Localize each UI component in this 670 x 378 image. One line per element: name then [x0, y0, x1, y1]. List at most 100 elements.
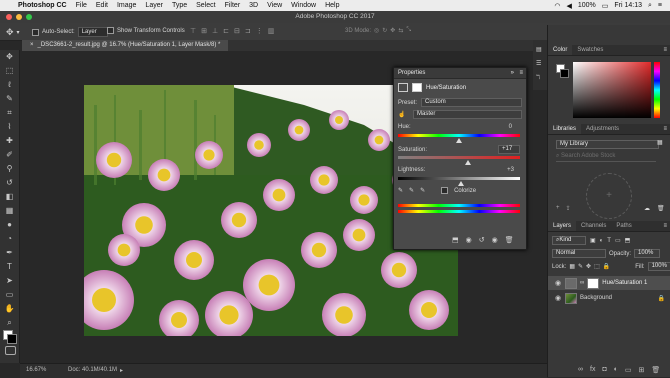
background-color-swatch[interactable]	[7, 334, 17, 344]
auto-select-checkbox[interactable]	[32, 28, 39, 36]
filter-pixel-icon[interactable]: ▣	[590, 237, 596, 244]
3d-slide-icon[interactable]: ⇆	[398, 27, 403, 34]
3d-scale-icon[interactable]: ⤡	[406, 27, 411, 34]
panel-menu-icon[interactable]: ≡	[663, 126, 667, 132]
layer-visibility-eye-icon[interactable]: ◉	[554, 294, 562, 302]
layer-filter-kind[interactable]: ⌕Kind	[552, 236, 586, 245]
filter-smart-icon[interactable]: ⬒	[625, 237, 631, 244]
tab-libraries[interactable]: Libraries	[548, 124, 582, 134]
fill-value[interactable]: 100%	[647, 262, 670, 271]
path-selection-tool-icon[interactable]: ➤	[4, 276, 15, 286]
hue-value[interactable]: 0	[509, 124, 512, 130]
align-right-icon[interactable]: ⊐	[245, 27, 251, 35]
menu-window[interactable]: Window	[291, 2, 316, 9]
clip-to-layer-icon[interactable]: ⬒	[452, 236, 459, 244]
spotlight-icon[interactable]: ⌕	[648, 2, 652, 10]
colorize-checkbox[interactable]	[441, 187, 449, 194]
hue-spectrum-bar[interactable]	[654, 62, 660, 118]
wifi-icon[interactable]: ◠	[554, 2, 560, 10]
lock-paint-icon[interactable]: ✎	[578, 263, 583, 270]
marquee-tool-icon[interactable]: ⬚	[4, 66, 15, 76]
tool-preset-chevron-icon[interactable]: ▾	[17, 29, 20, 36]
align-center-icon[interactable]: ⊟	[234, 27, 240, 35]
layer-row-hue-saturation[interactable]: ◉ ∞ Hue/Saturation 1	[548, 276, 670, 290]
link-layers-icon[interactable]: ∞	[578, 366, 583, 374]
lock-pixels-icon[interactable]: ▦	[569, 263, 575, 270]
preset-dropdown[interactable]: Custom	[421, 98, 522, 107]
layer-name[interactable]: Hue/Saturation 1	[602, 280, 647, 286]
crop-tool-icon[interactable]: ⌗	[4, 108, 15, 118]
hue-slider-thumb[interactable]	[456, 138, 462, 143]
menu-image[interactable]: Image	[117, 2, 136, 9]
delete-adjustment-icon[interactable]: 🗑	[505, 236, 514, 244]
filter-type-icon[interactable]: T	[607, 238, 611, 244]
show-transform-checkbox[interactable]	[107, 27, 114, 34]
delete-library-icon[interactable]: 🗑	[657, 205, 665, 212]
layer-visibility-eye-icon[interactable]: ◉	[554, 279, 562, 287]
link-icon[interactable]: ∞	[580, 280, 584, 286]
channel-dropdown[interactable]: Master	[413, 110, 522, 119]
lightness-slider-thumb[interactable]	[458, 181, 464, 186]
filter-shape-icon[interactable]: ▭	[615, 237, 621, 244]
new-layer-icon[interactable]: ⊞	[639, 366, 645, 374]
menu-list-icon[interactable]: ≡	[658, 2, 662, 9]
quick-select-tool-icon[interactable]: ✎	[4, 94, 15, 104]
app-menu[interactable]: Photoshop CC	[18, 2, 67, 9]
on-image-adjust-icon[interactable]: ☝	[398, 111, 409, 118]
hue-slider-track[interactable]	[398, 134, 520, 137]
view-previous-icon[interactable]: ◉	[466, 236, 472, 244]
rectangle-tool-icon[interactable]: ▭	[4, 290, 15, 300]
history-brush-tool-icon[interactable]: ↺	[4, 178, 15, 188]
menu-3d[interactable]: 3D	[249, 2, 258, 9]
status-menu-chevron-icon[interactable]: ▸	[120, 367, 123, 374]
document-tab[interactable]: × _DSC3661-2_result.jpg @ 16.7% (Hue/Satu…	[22, 40, 229, 51]
menu-select[interactable]: Select	[196, 2, 215, 9]
panel-menu-icon[interactable]: ≡	[663, 47, 667, 53]
properties-panel-icon[interactable]: ☰	[536, 60, 541, 67]
library-view-icon[interactable]: ▦	[657, 139, 663, 146]
layer-style-icon[interactable]: fx	[590, 366, 595, 374]
color-picker-field[interactable]	[573, 62, 651, 118]
menu-help[interactable]: Help	[325, 2, 339, 9]
menu-edit[interactable]: Edit	[96, 2, 108, 9]
add-mask-icon[interactable]: ◘	[602, 366, 606, 374]
close-tab-icon[interactable]: ×	[30, 42, 34, 48]
menu-type[interactable]: Type	[172, 2, 187, 9]
blur-tool-icon[interactable]: ●	[4, 220, 15, 230]
tab-paths[interactable]: Paths	[611, 221, 636, 231]
tab-color[interactable]: Color	[548, 45, 573, 55]
menu-file[interactable]: File	[76, 2, 87, 9]
auto-align-icon[interactable]: ▥	[268, 27, 275, 35]
hand-tool-icon[interactable]: ✋	[4, 304, 15, 314]
library-drop-area[interactable]: +	[586, 173, 632, 219]
move-tool-icon[interactable]: ✥	[6, 27, 14, 38]
lock-position-icon[interactable]: ✥	[586, 263, 591, 270]
saturation-slider-thumb[interactable]	[465, 160, 471, 165]
saturation-value[interactable]: +17	[498, 145, 520, 154]
add-content-icon[interactable]: +	[556, 205, 560, 212]
cloud-sync-icon[interactable]: ☁	[644, 205, 650, 212]
align-bottom-icon[interactable]: ⊥	[212, 27, 218, 35]
3d-pan-icon[interactable]: ✥	[390, 27, 395, 34]
quick-mask-icon[interactable]	[5, 346, 16, 355]
tab-adjustments[interactable]: Adjustments	[581, 124, 624, 134]
opacity-value[interactable]: 100%	[634, 249, 661, 258]
3d-orbit-icon[interactable]: ◎	[374, 27, 379, 34]
stock-search-field[interactable]: ⌕ Search Adobe Stock	[556, 153, 656, 162]
lightness-slider-track[interactable]	[398, 177, 520, 180]
dodge-tool-icon[interactable]: ◔	[4, 234, 15, 244]
layer-name[interactable]: Background	[580, 295, 612, 301]
gradient-tool-icon[interactable]: ▦	[4, 206, 15, 216]
3d-roll-icon[interactable]: ↻	[382, 27, 387, 34]
align-top-icon[interactable]: ⊤	[190, 27, 196, 35]
panel-menu-icon[interactable]: ≡	[519, 68, 523, 78]
eyedropper-icon[interactable]: ✎	[398, 187, 403, 194]
tab-layers[interactable]: Layers	[548, 221, 577, 231]
eraser-tool-icon[interactable]: ◧	[4, 192, 15, 202]
lock-all-icon[interactable]: 🔒	[603, 263, 610, 270]
layer-row-background[interactable]: ◉ Background 🔒	[548, 291, 670, 305]
tab-channels[interactable]: Channels	[576, 221, 611, 231]
zoom-level[interactable]: 16.67%	[26, 367, 46, 373]
align-middle-icon[interactable]: ⊞	[201, 27, 207, 35]
bg-color-chip[interactable]	[560, 69, 569, 78]
